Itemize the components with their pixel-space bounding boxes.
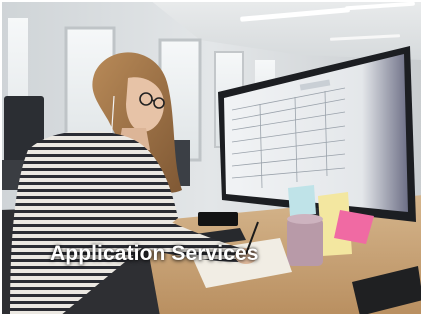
hero-image-frame: Application Services [0,0,423,316]
overlay-title: Application Services [50,242,259,265]
